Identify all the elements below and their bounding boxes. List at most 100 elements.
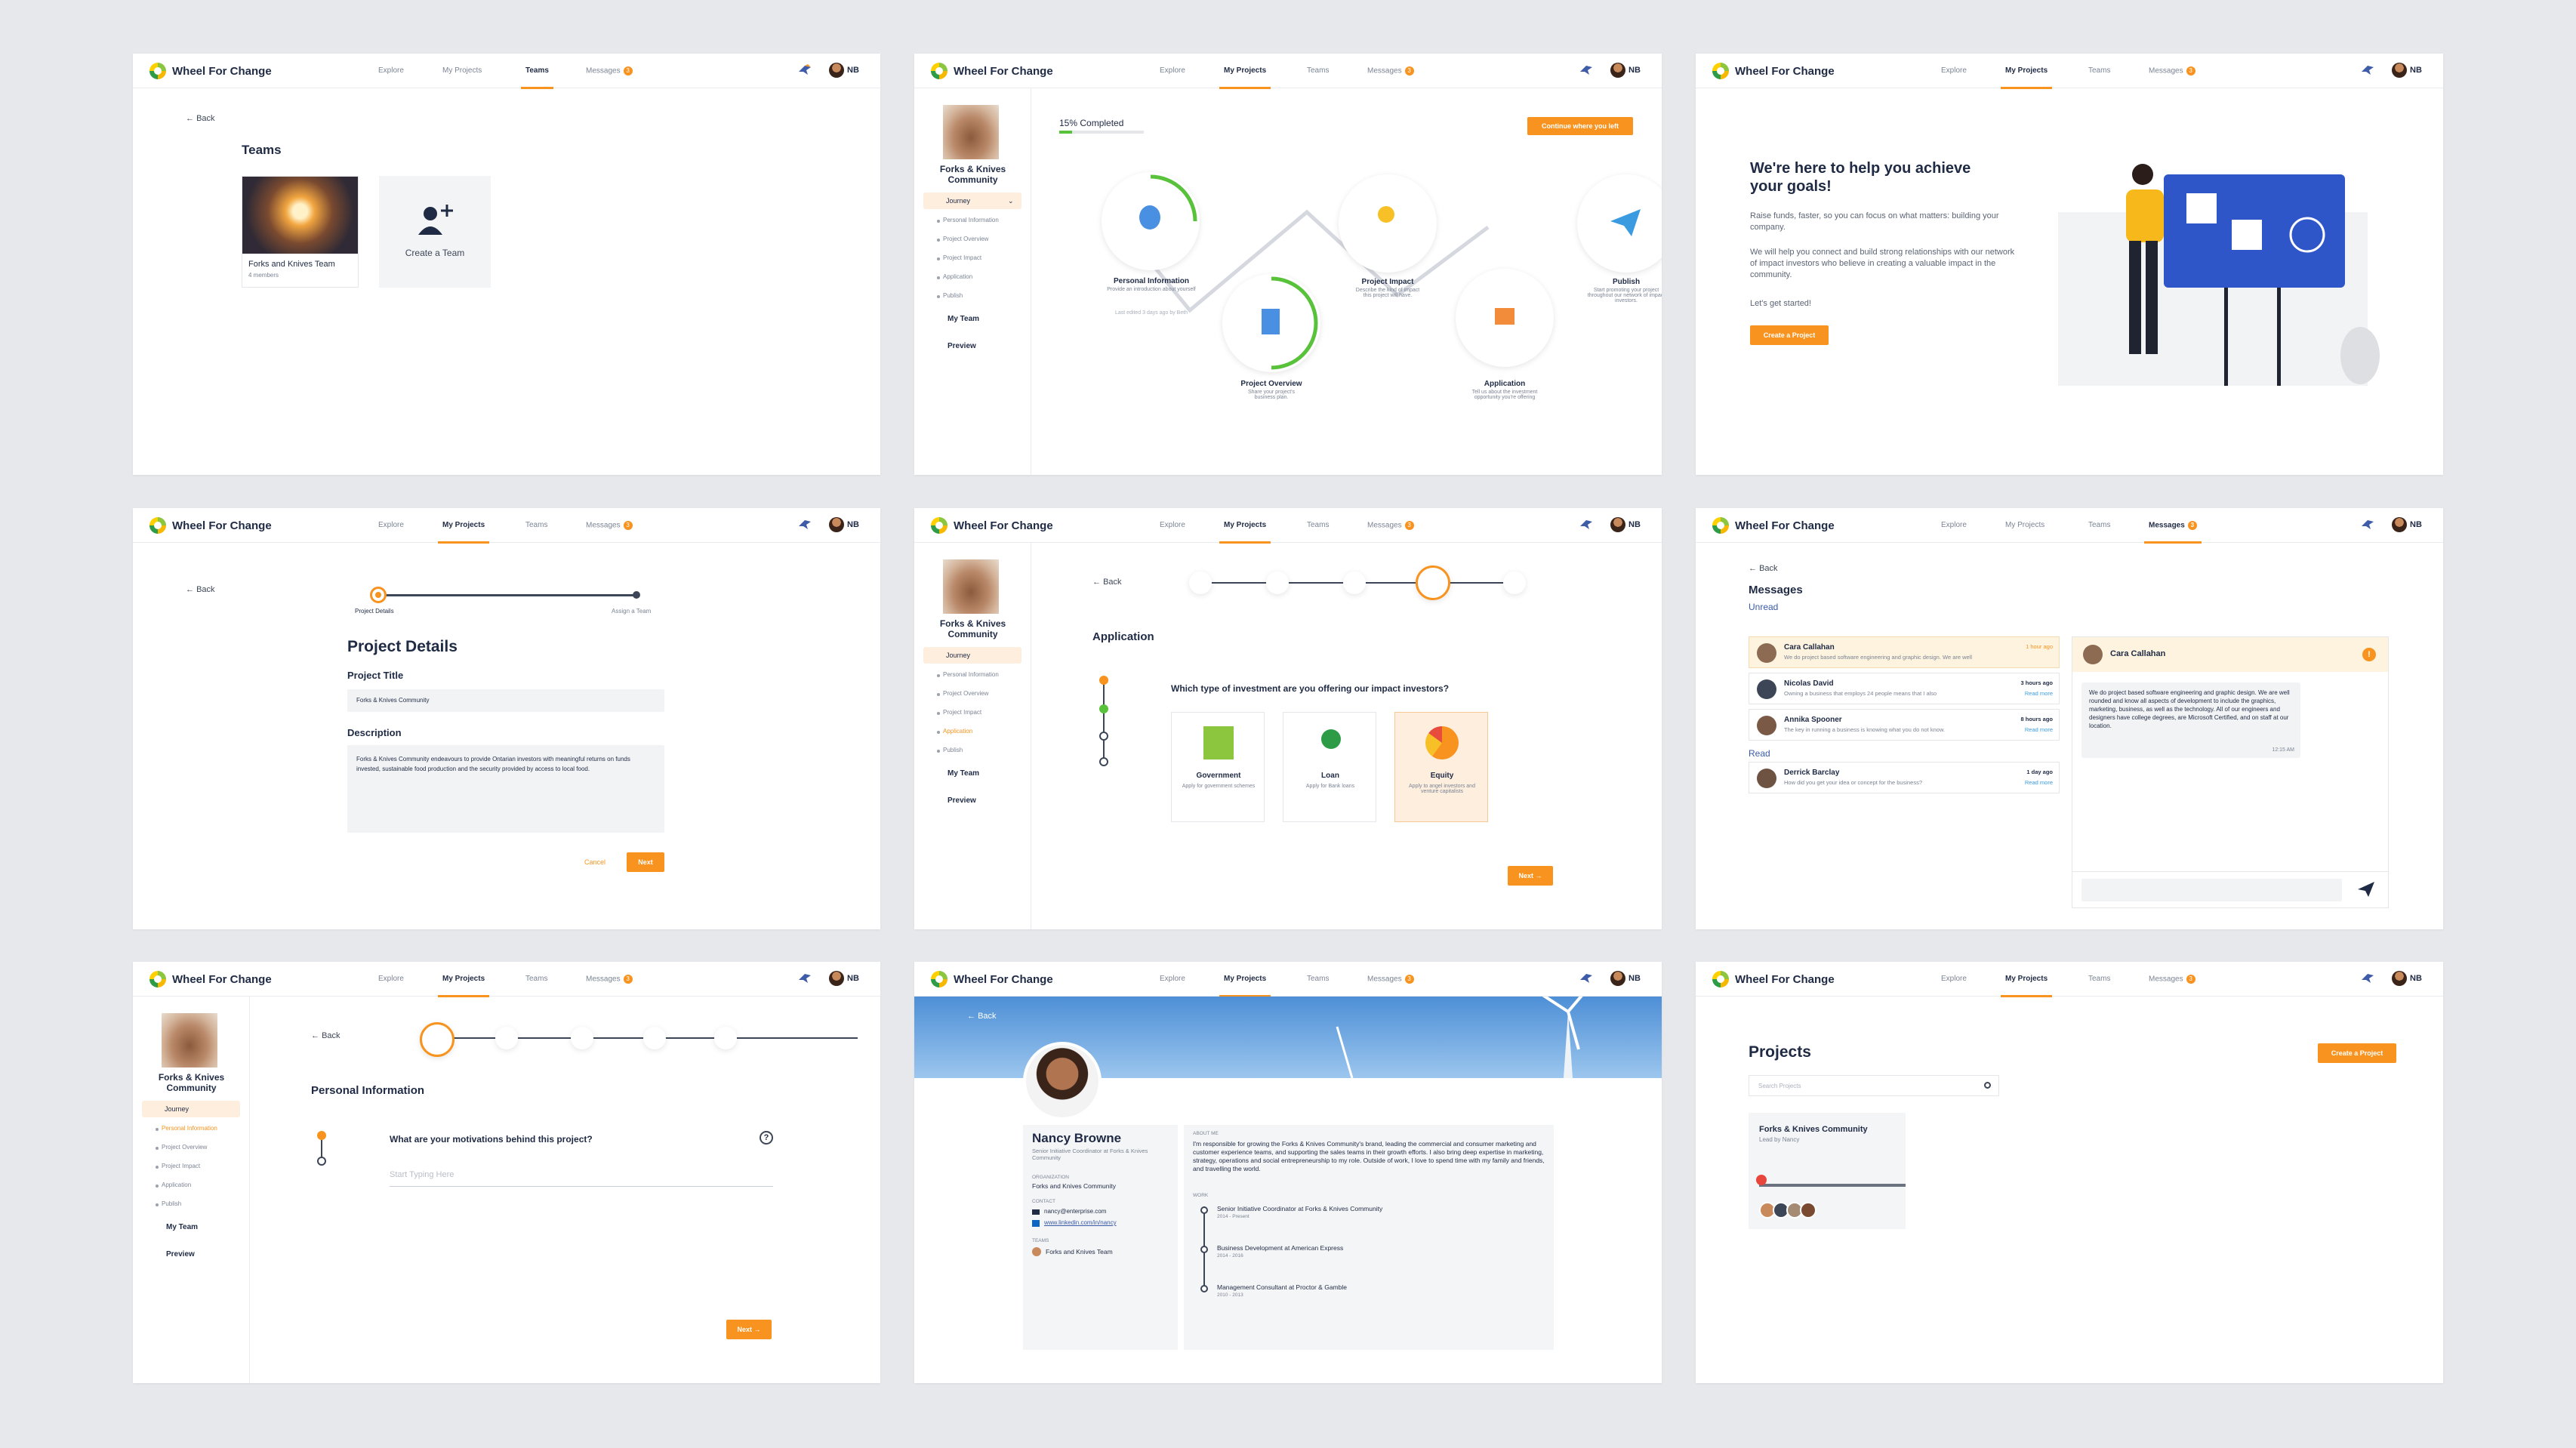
- nav-teams[interactable]: Teams: [1307, 521, 1329, 529]
- stepper-dot-active[interactable]: [370, 587, 387, 603]
- nav-teams[interactable]: Teams: [2088, 66, 2110, 75]
- next-button[interactable]: Next: [627, 852, 664, 872]
- email-value[interactable]: nancy@enterprise.com: [1044, 1208, 1106, 1215]
- bird-icon[interactable]: [1579, 972, 1594, 984]
- bird-icon[interactable]: [2360, 972, 2375, 984]
- journey-step[interactable]: Application: [936, 273, 972, 280]
- nav-my-projects[interactable]: My Projects: [442, 66, 482, 75]
- nav-messages[interactable]: Messages 3: [1367, 66, 1414, 75]
- message-item[interactable]: Annika Spooner The key in running a busin…: [1749, 709, 2060, 741]
- bird-icon[interactable]: [797, 64, 812, 76]
- stepper-dot[interactable]: [633, 591, 640, 599]
- team-value[interactable]: Forks and Knives Team: [1046, 1248, 1113, 1255]
- avatar[interactable]: [2392, 971, 2407, 986]
- nav-messages[interactable]: Messages 3: [586, 521, 633, 530]
- read-more-link[interactable]: Read more: [2025, 726, 2053, 733]
- help-icon[interactable]: ?: [760, 1131, 773, 1145]
- back-link[interactable]: ← Back: [1749, 564, 1778, 573]
- avatar[interactable]: [1610, 517, 1625, 532]
- avatar[interactable]: [1610, 971, 1625, 986]
- nav-my-projects[interactable]: My Projects: [437, 975, 490, 997]
- next-button[interactable]: Next →: [726, 1320, 772, 1339]
- logo-icon[interactable]: [931, 971, 948, 987]
- message-input[interactable]: [2081, 879, 2342, 901]
- journey-dropdown[interactable]: Journey: [923, 647, 1021, 664]
- logo-icon[interactable]: [1712, 971, 1729, 987]
- node-application[interactable]: [1456, 269, 1554, 367]
- nav-explore[interactable]: Explore: [1160, 975, 1185, 983]
- nav-messages[interactable]: Messages 3: [2149, 975, 2195, 984]
- journey-step[interactable]: Project Overview: [936, 236, 988, 242]
- brand-name[interactable]: Wheel For Change: [1735, 65, 1835, 78]
- nav-explore[interactable]: Explore: [1160, 66, 1185, 75]
- message-item[interactable]: Nicolas David Owning a business that empl…: [1749, 673, 2060, 704]
- avatar[interactable]: [1610, 63, 1625, 78]
- my-team-link[interactable]: My Team: [948, 769, 979, 778]
- journey-dropdown[interactable]: Journey: [142, 1101, 240, 1117]
- create-project-button[interactable]: Create a Project: [1750, 325, 1829, 345]
- back-link[interactable]: ← Back: [967, 1012, 997, 1021]
- journey-step[interactable]: Project Impact: [936, 709, 981, 716]
- read-more-link[interactable]: Read more: [2025, 779, 2053, 786]
- journey-step[interactable]: Application: [155, 1182, 191, 1188]
- my-team-link[interactable]: My Team: [166, 1223, 198, 1231]
- send-icon[interactable]: [2356, 880, 2376, 898]
- avatar[interactable]: [2392, 63, 2407, 78]
- logo-icon[interactable]: [1712, 63, 1729, 79]
- step-application-icon[interactable]: [643, 1027, 666, 1049]
- brand-name[interactable]: Wheel For Change: [954, 973, 1053, 986]
- nav-my-projects[interactable]: My Projects: [2005, 521, 2044, 529]
- nav-explore[interactable]: Explore: [378, 521, 404, 529]
- logo-icon[interactable]: [931, 517, 948, 534]
- step-publish-icon[interactable]: [714, 1027, 737, 1049]
- logo-icon[interactable]: [931, 63, 948, 79]
- journey-step[interactable]: Publish: [936, 747, 963, 753]
- bird-icon[interactable]: [797, 972, 812, 984]
- option-government[interactable]: Government Apply for government schemes: [1171, 712, 1265, 822]
- avatar[interactable]: [829, 63, 844, 78]
- bird-icon[interactable]: [1579, 519, 1594, 531]
- nav-my-projects[interactable]: My Projects: [2000, 66, 2053, 89]
- brand-name[interactable]: Wheel For Change: [172, 519, 272, 532]
- nav-explore[interactable]: Explore: [1941, 66, 1967, 75]
- option-loan[interactable]: Loan Apply for Bank loans: [1283, 712, 1376, 822]
- nav-messages[interactable]: Messages 3: [2149, 66, 2195, 75]
- back-link[interactable]: ← Back: [186, 114, 215, 123]
- avatar[interactable]: [829, 517, 844, 532]
- nav-messages[interactable]: Messages 3: [1367, 975, 1414, 984]
- journey-step[interactable]: Project Overview: [155, 1144, 207, 1151]
- nav-my-projects[interactable]: My Projects: [1219, 975, 1271, 997]
- create-team-button[interactable]: Create a Team: [379, 176, 491, 288]
- create-project-button[interactable]: Create a Project: [2318, 1043, 2396, 1063]
- nav-my-projects[interactable]: My Projects: [2000, 975, 2053, 997]
- logo-icon[interactable]: [1712, 517, 1729, 534]
- project-card[interactable]: Forks & Knives Community Lead by Nancy: [1749, 1113, 1906, 1229]
- nav-teams[interactable]: Teams: [525, 975, 547, 983]
- nav-explore[interactable]: Explore: [378, 66, 404, 75]
- option-equity[interactable]: Equity Apply to angel investors and ventu…: [1394, 712, 1488, 822]
- nav-my-projects[interactable]: My Projects: [1219, 66, 1271, 89]
- nav-messages[interactable]: Messages 3: [1367, 521, 1414, 530]
- journey-step[interactable]: Personal Information: [937, 671, 999, 678]
- nav-teams[interactable]: Teams: [525, 521, 547, 529]
- bird-icon[interactable]: [797, 519, 812, 531]
- search-icon[interactable]: [1984, 1082, 1991, 1089]
- project-title-input[interactable]: Forks & Knives Community: [347, 689, 664, 712]
- preview-link[interactable]: Preview: [948, 342, 976, 350]
- journey-step[interactable]: Publish: [155, 1200, 181, 1207]
- nav-teams[interactable]: Teams: [2088, 521, 2110, 529]
- nav-teams[interactable]: Teams: [521, 66, 553, 89]
- bird-icon[interactable]: [2360, 519, 2375, 531]
- logo-icon[interactable]: [149, 517, 166, 534]
- preview-link[interactable]: Preview: [948, 796, 976, 805]
- nav-explore[interactable]: Explore: [1941, 521, 1967, 529]
- nav-messages[interactable]: Messages 3: [586, 66, 633, 75]
- step-impact-icon[interactable]: [571, 1027, 593, 1049]
- read-more-link[interactable]: Read more: [2025, 690, 2053, 697]
- brand-name[interactable]: Wheel For Change: [172, 973, 272, 986]
- avatar[interactable]: [2392, 517, 2407, 532]
- nav-explore[interactable]: Explore: [1941, 975, 1967, 983]
- step-personal-icon[interactable]: [420, 1022, 454, 1057]
- step-personal-icon[interactable]: [1189, 571, 1212, 594]
- journey-step-active[interactable]: Personal Information: [156, 1125, 217, 1132]
